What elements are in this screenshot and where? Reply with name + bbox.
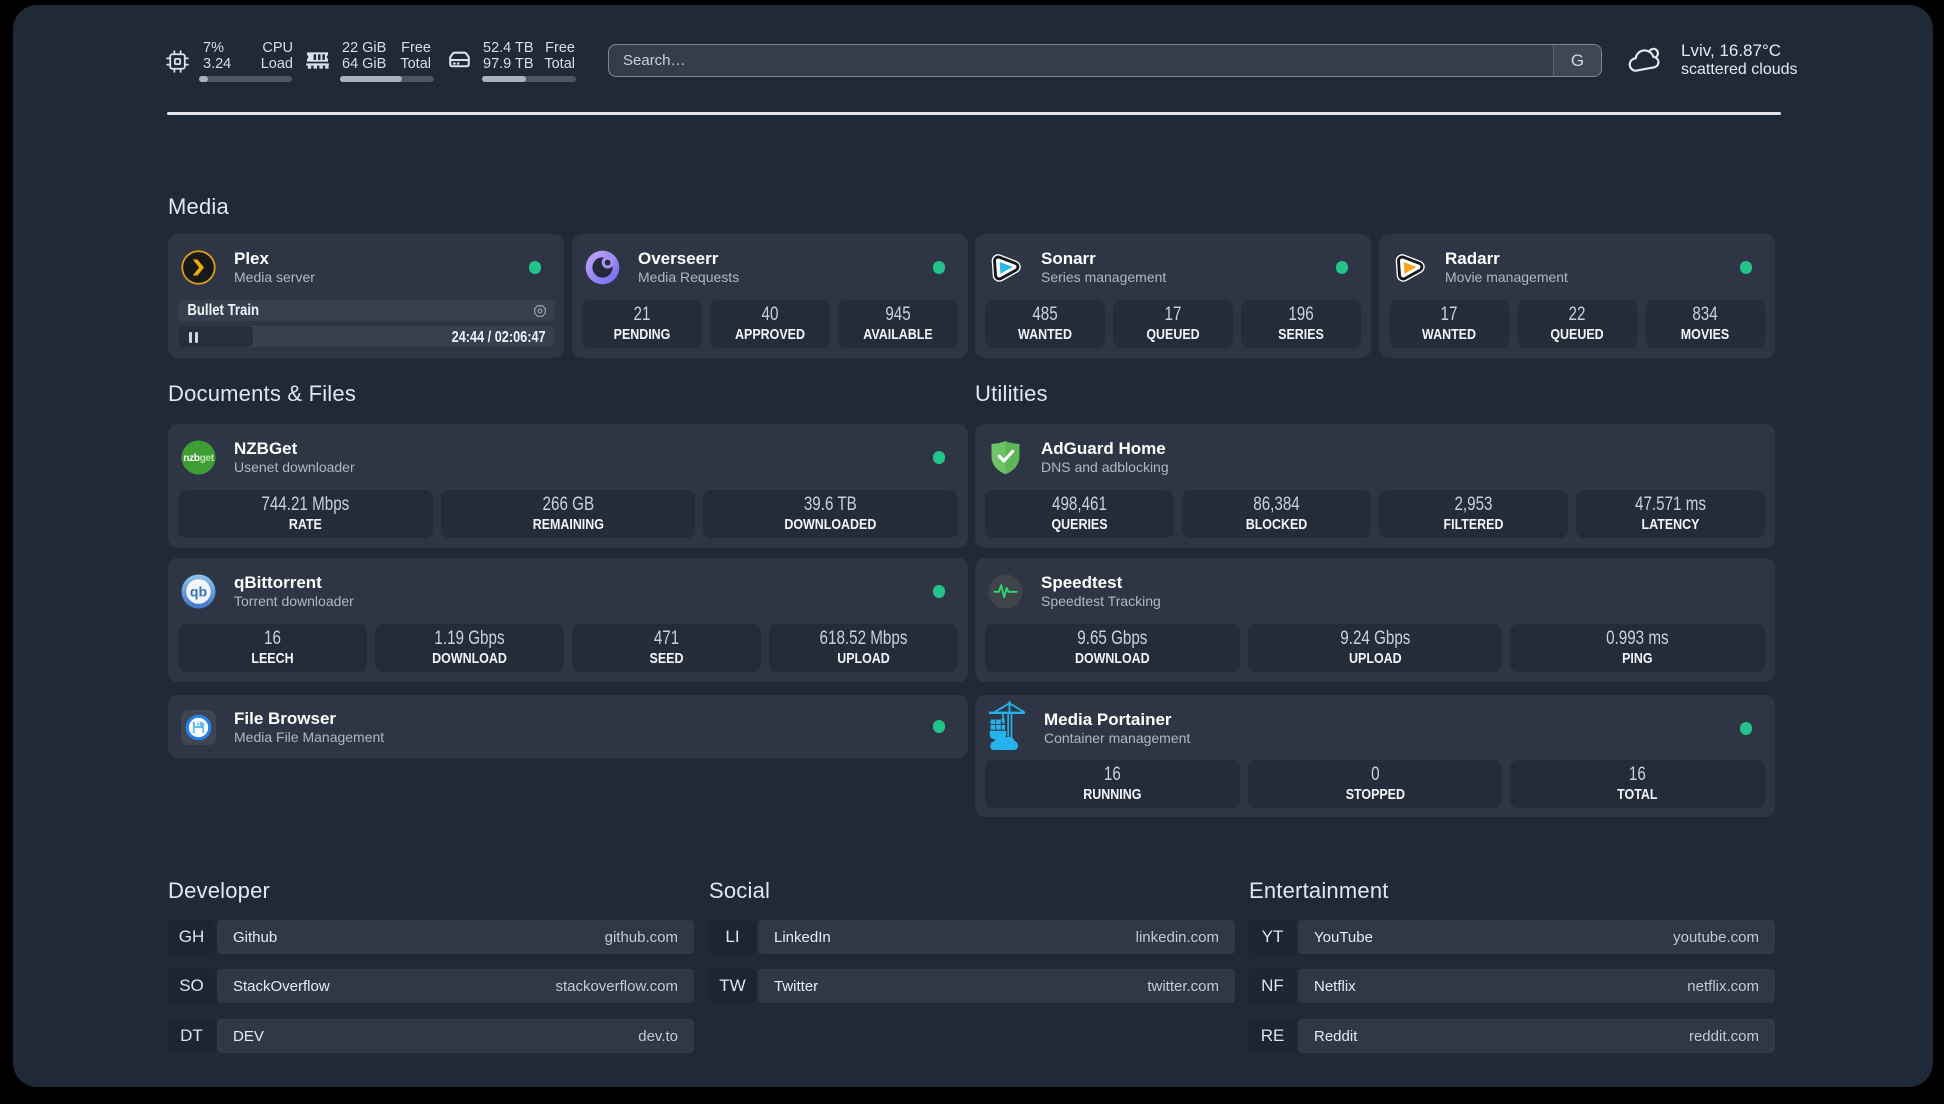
svg-text:qb: qb: [190, 583, 208, 599]
svg-text:nzbget: nzbget: [183, 453, 214, 464]
